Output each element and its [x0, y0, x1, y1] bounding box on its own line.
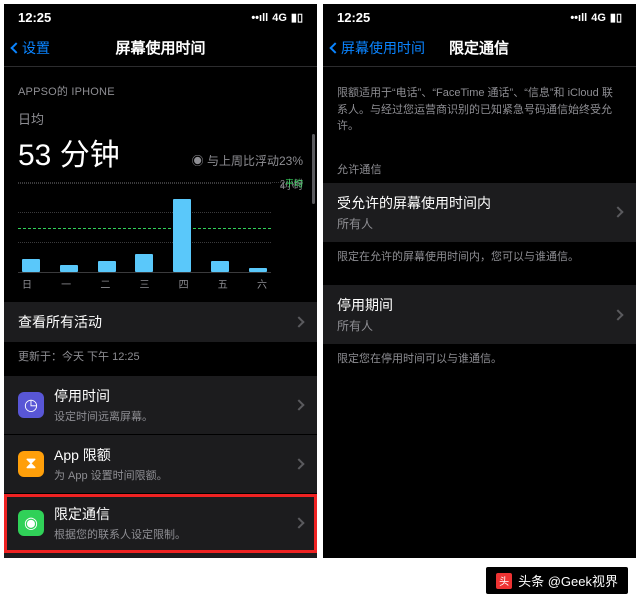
watermark-logo-icon: 头	[496, 573, 512, 589]
hourglass-icon: ⧗	[18, 451, 44, 477]
back-button[interactable]: 设置	[12, 38, 50, 58]
battery-icon: ▮▯	[291, 11, 303, 24]
x-tick: 五	[218, 276, 228, 291]
signal-icon: ••ıll	[251, 12, 268, 24]
network-label: 4G	[272, 12, 287, 24]
section-footer: 限定在允许的屏幕使用时间内，您可以与谁通信。	[323, 243, 636, 276]
row-title: 受允许的屏幕使用时间内	[337, 193, 622, 213]
row-applimits[interactable]: ⧗ App 限额为 App 设置时间限额。	[4, 435, 317, 494]
battery-icon: ▮▯	[610, 11, 622, 24]
row-title: 限定通信	[54, 504, 186, 524]
signal-icon: ••ıll	[570, 12, 587, 24]
row-during-downtime[interactable]: 停用期间 所有人	[323, 285, 636, 345]
chevron-right-icon	[293, 399, 304, 410]
person-circle-icon: ◉	[18, 510, 44, 536]
chart-bar	[60, 265, 78, 272]
row-subtitle: 为 App 设置时间限额。	[54, 467, 168, 483]
network-label: 4G	[591, 12, 606, 24]
section-label: 允许通信	[323, 145, 636, 183]
back-button[interactable]: 屏幕使用时间	[331, 38, 425, 58]
row-title: 停用时间	[54, 386, 153, 406]
delta-label: ◉ 与上周比浮动23%	[192, 152, 303, 169]
row-subtitle: 设定时间远离屏幕。	[54, 408, 153, 424]
phone-right: 12:25 ••ıll 4G ▮▯ 屏幕使用时间 限定通信 限额适用于“电话”、…	[323, 4, 636, 558]
chart-bar	[211, 261, 229, 272]
section-footer: 限定您在停用时间可以与谁通信。	[323, 345, 636, 378]
device-label: APPSO的 IPHONE	[4, 67, 317, 105]
phone-left: 12:25 ••ıll 4G ▮▯ 设置 屏幕使用时间 APPSO的 IPHON…	[4, 4, 317, 558]
chevron-right-icon	[293, 517, 304, 528]
back-label: 设置	[22, 38, 50, 58]
watermark: 头 头条 @Geek视界	[486, 567, 628, 594]
x-tick: 四	[179, 276, 189, 291]
chevron-right-icon	[293, 458, 304, 469]
updated-label: 更新于：今天 下午 12:25	[4, 343, 317, 376]
row-downtime[interactable]: ◷ 停用时间设定时间远离屏幕。	[4, 376, 317, 435]
page-title: 屏幕使用时间	[4, 37, 317, 58]
row-always[interactable]: ✓始终允许选择始终可用的 App。	[4, 553, 317, 559]
x-tick: 六	[257, 276, 267, 291]
usage-chart: 4小时 2小时 平均	[18, 182, 303, 272]
nav-bar: 屏幕使用时间 限定通信	[323, 29, 636, 67]
avg-label: 日均	[18, 109, 303, 128]
row-title: App 限额	[54, 445, 168, 465]
chevron-right-icon	[293, 316, 304, 327]
watermark-text: 头条 @Geek视界	[518, 571, 618, 590]
chart-bar	[135, 254, 153, 272]
row-comm[interactable]: ◉ 限定通信根据您的联系人设定限制。	[4, 494, 317, 553]
chart-bar	[98, 261, 116, 272]
delta-arrow-icon: ◉	[192, 154, 207, 168]
avg-tick: 平均	[285, 177, 303, 190]
row-subtitle: 根据您的联系人设定限制。	[54, 526, 186, 542]
clock-icon: ◷	[18, 392, 44, 418]
see-all-activity[interactable]: 查看所有活动	[4, 301, 317, 343]
chevron-left-icon	[329, 42, 340, 53]
page-title: 限定通信	[449, 37, 509, 58]
status-bar: 12:25 ••ıll 4G ▮▯	[323, 4, 636, 29]
chart-bar	[249, 268, 267, 272]
chart-bar	[22, 259, 40, 272]
section-description: 限额适用于“电话”、“FaceTime 通话”、“信息”和 iCloud 联系人…	[323, 67, 636, 145]
row-allowed-during-screentime[interactable]: 受允许的屏幕使用时间内 所有人	[323, 183, 636, 243]
row-value: 所有人	[337, 317, 622, 334]
chart-bar	[173, 199, 191, 272]
x-tick: 日	[22, 276, 32, 291]
scroll-indicator[interactable]	[312, 134, 315, 204]
usage-summary[interactable]: 日均 53 分钟 ◉ 与上周比浮动23% 4小时 2小时 平均 日一二三四五六	[4, 105, 317, 301]
nav-bar: 设置 屏幕使用时间	[4, 29, 317, 67]
status-bar: 12:25 ••ıll 4G ▮▯	[4, 4, 317, 29]
status-time: 12:25	[18, 10, 51, 25]
x-tick: 三	[139, 276, 149, 291]
row-value: 所有人	[337, 215, 622, 232]
x-tick: 二	[100, 276, 110, 291]
status-time: 12:25	[337, 10, 370, 25]
row-title: 停用期间	[337, 295, 622, 315]
chevron-left-icon	[10, 42, 21, 53]
see-all-label: 查看所有活动	[18, 312, 102, 332]
back-label: 屏幕使用时间	[341, 38, 425, 58]
x-tick: 一	[61, 276, 71, 291]
